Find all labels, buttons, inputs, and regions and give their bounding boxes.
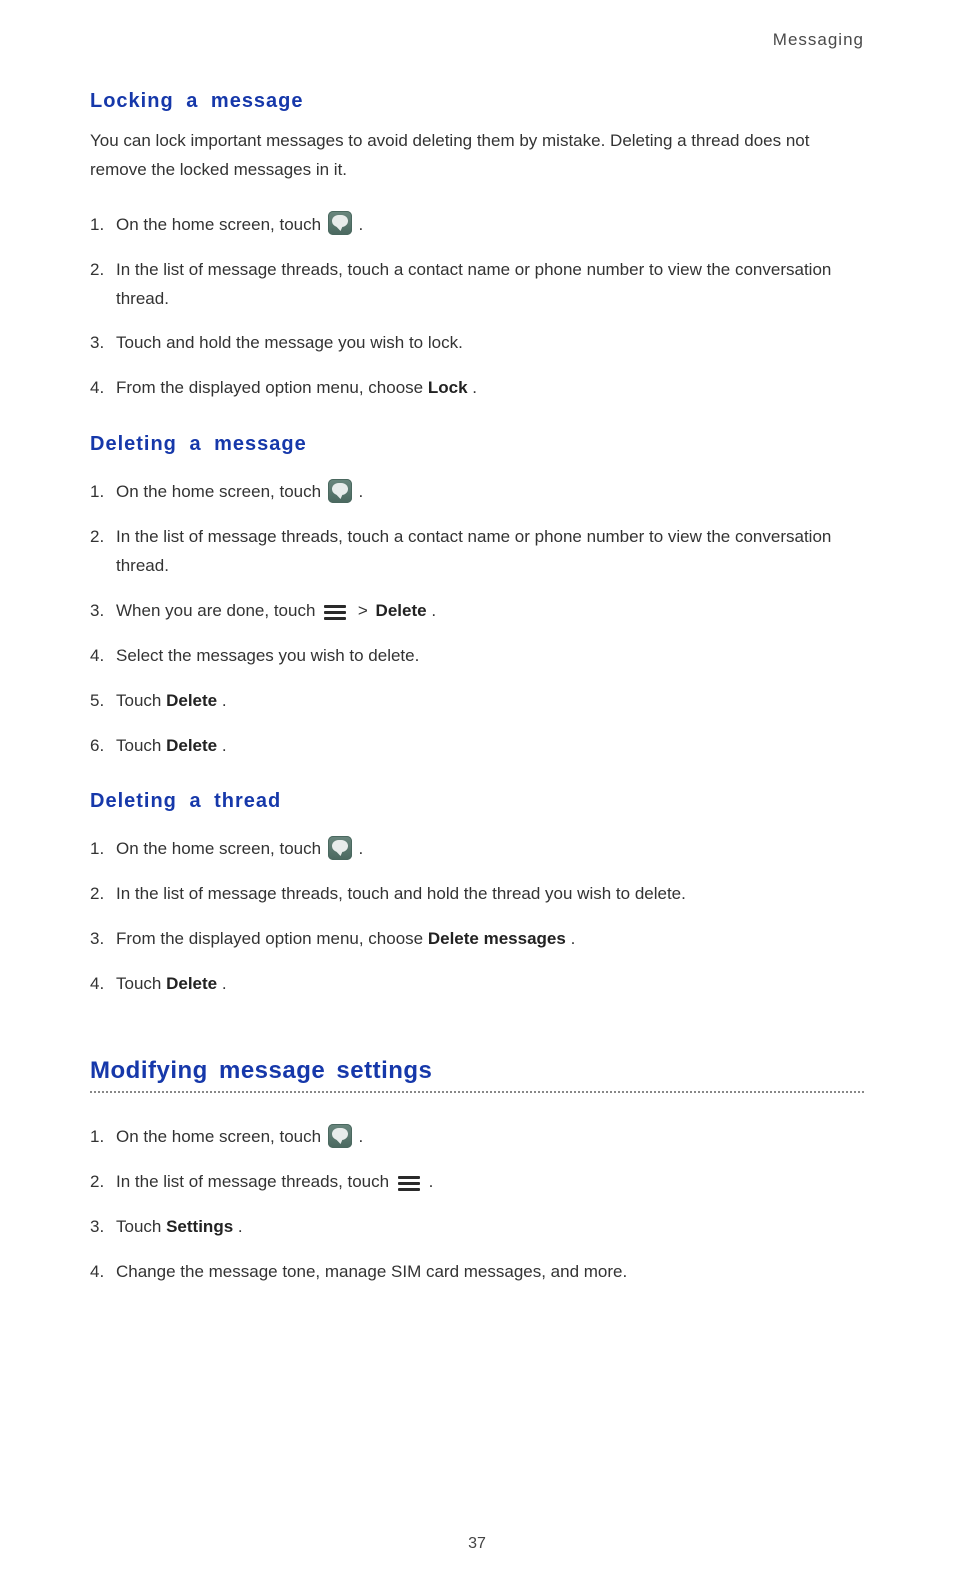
step-bold: Delete (166, 974, 217, 993)
step: On the home screen, touch . (90, 827, 864, 872)
step-bold: Delete (376, 601, 427, 620)
step: On the home screen, touch . (90, 470, 864, 515)
section-title-modifying-settings: Modifying message settings (90, 1057, 864, 1085)
step-text: . (222, 736, 227, 755)
step-text: . (359, 1127, 364, 1146)
step-text: From the displayed option menu, choose (116, 378, 428, 397)
step: In the list of message threads, touch . (90, 1160, 864, 1205)
page-number: 37 (0, 1535, 954, 1553)
step-text: From the displayed option menu, choose (116, 929, 428, 948)
messaging-app-icon (328, 836, 352, 860)
step: Select the messages you wish to delete. (90, 634, 864, 679)
messaging-app-icon (328, 1124, 352, 1148)
step: Touch Delete . (90, 679, 864, 724)
step-text: . (472, 378, 477, 397)
step: From the displayed option menu, choose L… (90, 366, 864, 411)
menu-icon (398, 1176, 420, 1192)
step-bold: Delete (166, 736, 217, 755)
section-title-deleting-thread: Deleting a thread (90, 790, 864, 813)
step: In the list of message threads, touch a … (90, 515, 864, 589)
steps-deleting-thread: On the home screen, touch . In the list … (90, 827, 864, 1007)
step-text: . (429, 1172, 434, 1191)
steps-deleting-message: On the home screen, touch . In the list … (90, 470, 864, 768)
step-text: . (238, 1217, 243, 1236)
messaging-app-icon (328, 479, 352, 503)
step-text: . (222, 691, 227, 710)
step-text: On the home screen, touch (116, 482, 326, 501)
step-text: . (359, 215, 364, 234)
step-bold: Delete messages (428, 929, 566, 948)
step: Touch and hold the message you wish to l… (90, 321, 864, 366)
step-bold: Lock (428, 378, 468, 397)
step-text: . (431, 601, 436, 620)
step: In the list of message threads, touch an… (90, 872, 864, 917)
step-text: Touch (116, 736, 166, 755)
step-text: On the home screen, touch (116, 839, 326, 858)
steps-locking: On the home screen, touch . In the list … (90, 203, 864, 411)
step-text: . (359, 839, 364, 858)
step: Touch Delete . (90, 724, 864, 769)
step-text: On the home screen, touch (116, 1127, 326, 1146)
step: Change the message tone, manage SIM card… (90, 1250, 864, 1295)
step-text: Touch (116, 691, 166, 710)
step-bold: Settings (166, 1217, 233, 1236)
step: In the list of message threads, touch a … (90, 248, 864, 322)
step: Touch Delete . (90, 962, 864, 1007)
menu-icon (324, 605, 346, 621)
messaging-app-icon (328, 211, 352, 235)
step: On the home screen, touch . (90, 203, 864, 248)
section-divider (90, 1091, 864, 1093)
steps-modifying-settings: On the home screen, touch . In the list … (90, 1115, 864, 1295)
section-title-deleting-message: Deleting a message (90, 433, 864, 456)
step-text: . (222, 974, 227, 993)
step-text: When you are done, touch (116, 601, 320, 620)
step-text: Touch (116, 974, 166, 993)
step-text: On the home screen, touch (116, 215, 326, 234)
manual-page: Messaging Locking a message You can lock… (0, 0, 954, 1577)
step: Touch Settings . (90, 1205, 864, 1250)
step-text: . (571, 929, 576, 948)
step-bold: Delete (166, 691, 217, 710)
step-text: In the list of message threads, touch (116, 1172, 394, 1191)
step: From the displayed option menu, choose D… (90, 917, 864, 962)
section-intro-locking: You can lock important messages to avoid… (90, 127, 864, 185)
breadcrumb-separator: > (358, 601, 368, 620)
step-text: Touch (116, 1217, 166, 1236)
step-text: . (359, 482, 364, 501)
step: On the home screen, touch . (90, 1115, 864, 1160)
section-title-locking: Locking a message (90, 90, 864, 113)
page-header: Messaging (90, 30, 864, 50)
step: When you are done, touch > Delete . (90, 589, 864, 634)
